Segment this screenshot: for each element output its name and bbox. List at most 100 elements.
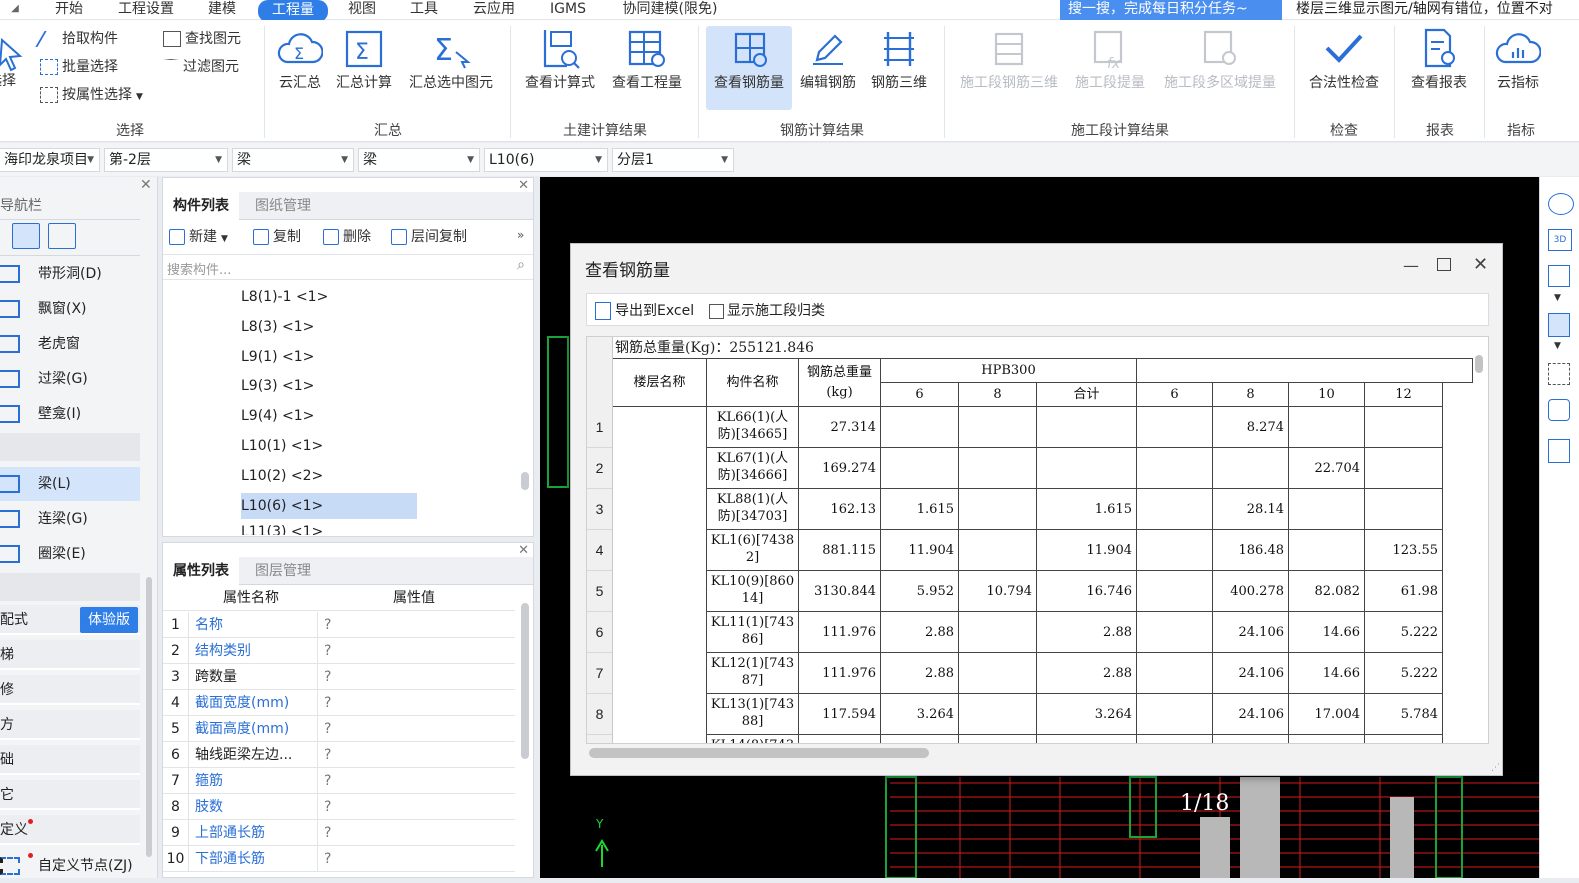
menu-item-igms[interactable]: IGMS xyxy=(546,0,590,20)
prop-value[interactable]: ? xyxy=(317,664,515,690)
chevron-down-icon[interactable]: ▼ xyxy=(1554,293,1561,303)
report-list-icon[interactable] xyxy=(1548,439,1570,463)
new-component-button[interactable]: 新建 ▼ xyxy=(169,226,228,248)
component-search-box[interactable]: 搜索构件... ⌕ xyxy=(163,254,533,280)
pick-component-button[interactable]: 拾取构件 xyxy=(35,28,118,50)
detail-view-icon[interactable] xyxy=(48,223,76,249)
summary-calc-button[interactable]: Σ 汇总计算 xyxy=(332,26,396,106)
quick-access-arrow[interactable]: ◢ xyxy=(0,0,30,20)
table-row[interactable]: 1 名称? xyxy=(163,612,515,638)
layer-dropdown[interactable]: 分层1 ▼ xyxy=(612,148,734,172)
table-row[interactable]: 6 轴线距梁左边...? xyxy=(163,742,515,768)
prop-value[interactable]: ? xyxy=(317,638,515,664)
minimize-icon[interactable]: — xyxy=(1403,256,1419,275)
menu-item-quantity[interactable]: 工程量 xyxy=(258,0,328,22)
nav-group-other[interactable]: 它 xyxy=(0,780,140,810)
prop-name[interactable]: 下部通长筋 xyxy=(195,846,313,872)
prop-name[interactable]: 肢数 xyxy=(195,794,313,820)
nav-item-coupling-beam[interactable]: 连梁(G) xyxy=(0,502,140,536)
legality-check-button[interactable]: 合法性检查 xyxy=(1302,26,1386,106)
table-row[interactable]: 10 下部通长筋? xyxy=(163,846,515,872)
nav-item-lintel[interactable]: 过梁(G) xyxy=(0,362,140,396)
table-row[interactable]: 2 结构类别? xyxy=(163,638,515,664)
row-number[interactable]: 2 xyxy=(587,448,613,489)
tab-component-list[interactable]: 构件列表 xyxy=(163,192,239,220)
filter-element-button[interactable]: 过滤图元 xyxy=(163,56,239,78)
batch-select-button[interactable]: 批量选择 xyxy=(40,56,118,78)
nav-scrollbar[interactable] xyxy=(146,577,152,857)
chevron-down-icon[interactable]: ▼ xyxy=(1554,341,1561,351)
table-row[interactable]: 9 上部通长筋? xyxy=(163,820,515,846)
floor-copy-button[interactable]: 层间复制 xyxy=(391,226,467,248)
list-item[interactable]: L9(3) <1> xyxy=(241,373,314,399)
prop-value[interactable]: ? xyxy=(317,742,515,768)
tab-layer-manage[interactable]: 图层管理 xyxy=(245,557,321,585)
menu-item-tools[interactable]: 工具 xyxy=(407,0,441,20)
row-number[interactable]: 4 xyxy=(587,530,613,571)
list-item[interactable]: L10(1) <1> xyxy=(241,433,323,459)
component-dropdown[interactable]: L10(6) ▼ xyxy=(484,148,608,172)
nav-item-beam[interactable]: 梁(L) xyxy=(0,467,140,501)
show-stage-checkbox[interactable]: 显示施工段归类 xyxy=(709,300,825,322)
view-3d-icon[interactable]: 3D xyxy=(1548,229,1572,251)
stage-quantity-button[interactable]: fx 施工段提量 xyxy=(1070,26,1150,106)
export-excel-button[interactable]: 导出到Excel xyxy=(595,300,694,322)
row-number[interactable]: 5 xyxy=(587,571,613,612)
view-formula-button[interactable]: 查看计算式 xyxy=(520,26,600,106)
nav-item-ring-beam[interactable]: 圈梁(E) xyxy=(0,537,140,571)
row-number[interactable]: 1 xyxy=(587,407,613,448)
list-item[interactable]: L10(2) <2> xyxy=(241,463,323,489)
prop-value[interactable]: ? xyxy=(317,716,515,742)
stage-rebar-3d-button[interactable]: 施工段钢筋三维 xyxy=(955,26,1063,106)
category-dropdown[interactable]: 梁 ▼ xyxy=(232,148,354,172)
prop-value[interactable]: ? xyxy=(317,768,515,794)
prop-value[interactable]: ? xyxy=(317,820,515,846)
select-by-attr-button[interactable]: 按属性选择 ▼ xyxy=(40,84,143,106)
nav-item-niche[interactable]: 壁龛(I) xyxy=(0,397,140,431)
prop-name[interactable]: 截面高度(mm) xyxy=(195,716,313,742)
list-item[interactable]: L9(1) <1> xyxy=(241,344,314,370)
row-number[interactable]: 7 xyxy=(587,653,613,694)
list-item-selected[interactable]: L10(6) <1> xyxy=(241,493,417,519)
close-icon[interactable]: ✕ xyxy=(1473,254,1488,275)
prop-scrollbar[interactable] xyxy=(521,603,529,759)
view-rebar-button[interactable]: 查看钢筋量 xyxy=(706,26,792,110)
prop-name[interactable]: 名称 xyxy=(195,612,313,638)
row-number[interactable]: 9 xyxy=(587,735,613,743)
edit-rebar-button[interactable]: 编辑钢筋 xyxy=(796,26,860,106)
floor-dropdown[interactable]: 第-2层 ▼ xyxy=(104,148,228,172)
complist-scrollbar[interactable] xyxy=(521,472,529,490)
menu-item-cloud[interactable]: 云应用 xyxy=(469,0,519,20)
prop-name[interactable]: 结构类别 xyxy=(195,638,313,664)
table-row[interactable]: 5 截面高度(mm)? xyxy=(163,716,515,742)
find-element-button[interactable]: 查找图元 xyxy=(163,28,241,50)
table-row[interactable]: 8 肢数? xyxy=(163,794,515,820)
table-row[interactable]: 3 跨数量? xyxy=(163,664,515,690)
nav-group-prefab[interactable]: 配式 体验版 xyxy=(0,605,140,635)
stage-multi-area-button[interactable]: 施工段多区域提量 xyxy=(1158,26,1282,106)
copy-component-button[interactable]: 复制 xyxy=(253,226,301,248)
prop-name[interactable]: 上部通长筋 xyxy=(195,820,313,846)
close-icon[interactable]: ✕ xyxy=(518,543,529,558)
list-item[interactable]: L11(3) <1> xyxy=(241,521,323,535)
prop-value[interactable]: ? xyxy=(317,794,515,820)
prop-value[interactable]: ? xyxy=(317,690,515,716)
close-icon[interactable]: ✕ xyxy=(518,178,529,193)
row-number[interactable]: 6 xyxy=(587,612,613,653)
nav-group-foundation[interactable]: 础 xyxy=(0,745,140,775)
nav-item-dormer[interactable]: 老虎窗 xyxy=(0,327,140,361)
table-vscroll[interactable] xyxy=(1475,355,1483,373)
prop-name[interactable]: 截面宽度(mm) xyxy=(195,690,313,716)
tab-property-list[interactable]: 属性列表 xyxy=(163,557,239,585)
nav-group-stairs[interactable]: 梯 xyxy=(0,640,140,670)
table-row[interactable]: 7 箍筋? xyxy=(163,768,515,794)
menu-item-start[interactable]: 开始 xyxy=(52,0,86,20)
orbit-icon[interactable] xyxy=(1548,193,1574,215)
prop-value[interactable]: ? xyxy=(317,612,515,638)
tab-drawing-manage[interactable]: 图纸管理 xyxy=(245,192,321,220)
project-dropdown[interactable]: 海印龙泉项目 ▼ xyxy=(0,148,100,172)
menu-item-collab[interactable]: 协同建模(限免) xyxy=(618,0,722,20)
summary-selected-button[interactable]: Σ 汇总选中图元 xyxy=(404,26,498,106)
close-icon[interactable]: ✕ xyxy=(140,177,152,193)
list-item[interactable]: L8(1)-1 <1> xyxy=(241,284,328,310)
